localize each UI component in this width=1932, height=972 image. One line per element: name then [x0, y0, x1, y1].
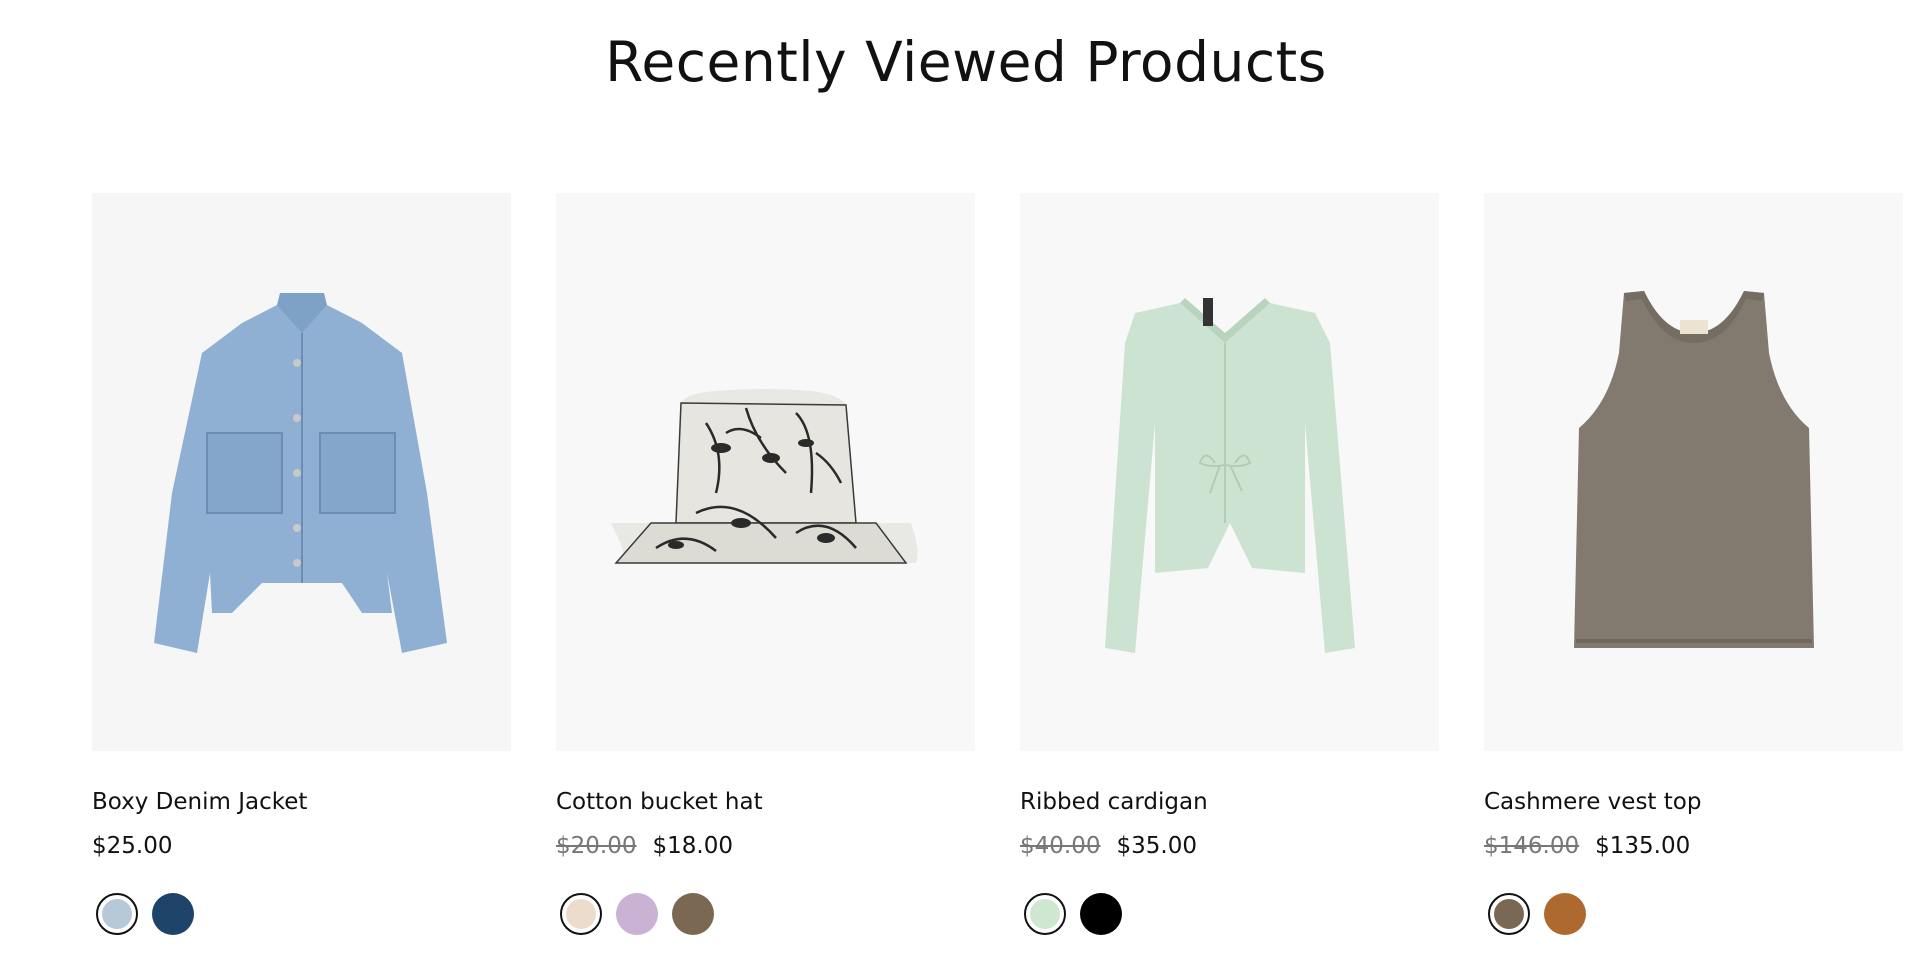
product-grid: Boxy Denim Jacket $25.00 Cotton bucket h…: [92, 193, 1903, 935]
denim-jacket-image: [154, 293, 447, 653]
product-image-bucket-hat[interactable]: [556, 193, 975, 751]
product-title[interactable]: Boxy Denim Jacket: [92, 785, 511, 819]
product-price: $135.00: [1595, 833, 1691, 859]
product-card: Cotton bucket hat $20.00 $18.00: [556, 193, 975, 935]
color-swatch-lilac[interactable]: [616, 893, 658, 935]
color-swatch-light-blue[interactable]: [96, 893, 138, 935]
color-swatch-navy[interactable]: [152, 893, 194, 935]
swatch-fill: [1030, 899, 1060, 929]
swatch-fill: [616, 893, 658, 935]
product-price: $25.00: [92, 833, 173, 859]
color-swatch-black[interactable]: [1080, 893, 1122, 935]
swatch-fill: [152, 893, 194, 935]
price-row: $20.00 $18.00: [556, 829, 975, 863]
product-title[interactable]: Cotton bucket hat: [556, 785, 975, 819]
product-price: $35.00: [1116, 833, 1197, 859]
color-swatch-brown[interactable]: [672, 893, 714, 935]
price-row: $25.00: [92, 829, 511, 863]
color-swatch-taupe[interactable]: [1488, 893, 1530, 935]
color-swatch-beige[interactable]: [560, 893, 602, 935]
price-row: $40.00 $35.00: [1020, 829, 1439, 863]
swatch-fill: [1544, 893, 1586, 935]
color-swatches: [92, 893, 511, 935]
product-price: $18.00: [652, 833, 733, 859]
color-swatch-mint[interactable]: [1024, 893, 1066, 935]
compare-price: $146.00: [1484, 833, 1580, 859]
product-card: Cashmere vest top $146.00 $135.00: [1484, 193, 1903, 935]
bucket-hat-image: [611, 389, 918, 564]
product-card: Boxy Denim Jacket $25.00: [92, 193, 511, 935]
product-image-cashmere-vest[interactable]: [1484, 193, 1903, 751]
color-swatches: [1020, 893, 1439, 935]
swatch-fill: [566, 899, 596, 929]
product-image-ribbed-cardigan[interactable]: [1020, 193, 1439, 751]
cashmere-vest-image: [1574, 291, 1814, 648]
product-image-denim-jacket[interactable]: [92, 193, 511, 751]
swatch-fill: [1080, 893, 1122, 935]
swatch-fill: [672, 893, 714, 935]
color-swatches: [1484, 893, 1903, 935]
compare-price: $20.00: [556, 833, 637, 859]
price-row: $146.00 $135.00: [1484, 829, 1903, 863]
product-title[interactable]: Cashmere vest top: [1484, 785, 1903, 819]
product-card: Ribbed cardigan $40.00 $35.00: [1020, 193, 1439, 935]
product-title[interactable]: Ribbed cardigan: [1020, 785, 1439, 819]
section-title: Recently Viewed Products: [605, 30, 1327, 94]
ribbed-cardigan-image: [1105, 298, 1355, 653]
swatch-fill: [102, 899, 132, 929]
color-swatch-rust[interactable]: [1544, 893, 1586, 935]
color-swatches: [556, 893, 975, 935]
swatch-fill: [1494, 899, 1524, 929]
compare-price: $40.00: [1020, 833, 1101, 859]
